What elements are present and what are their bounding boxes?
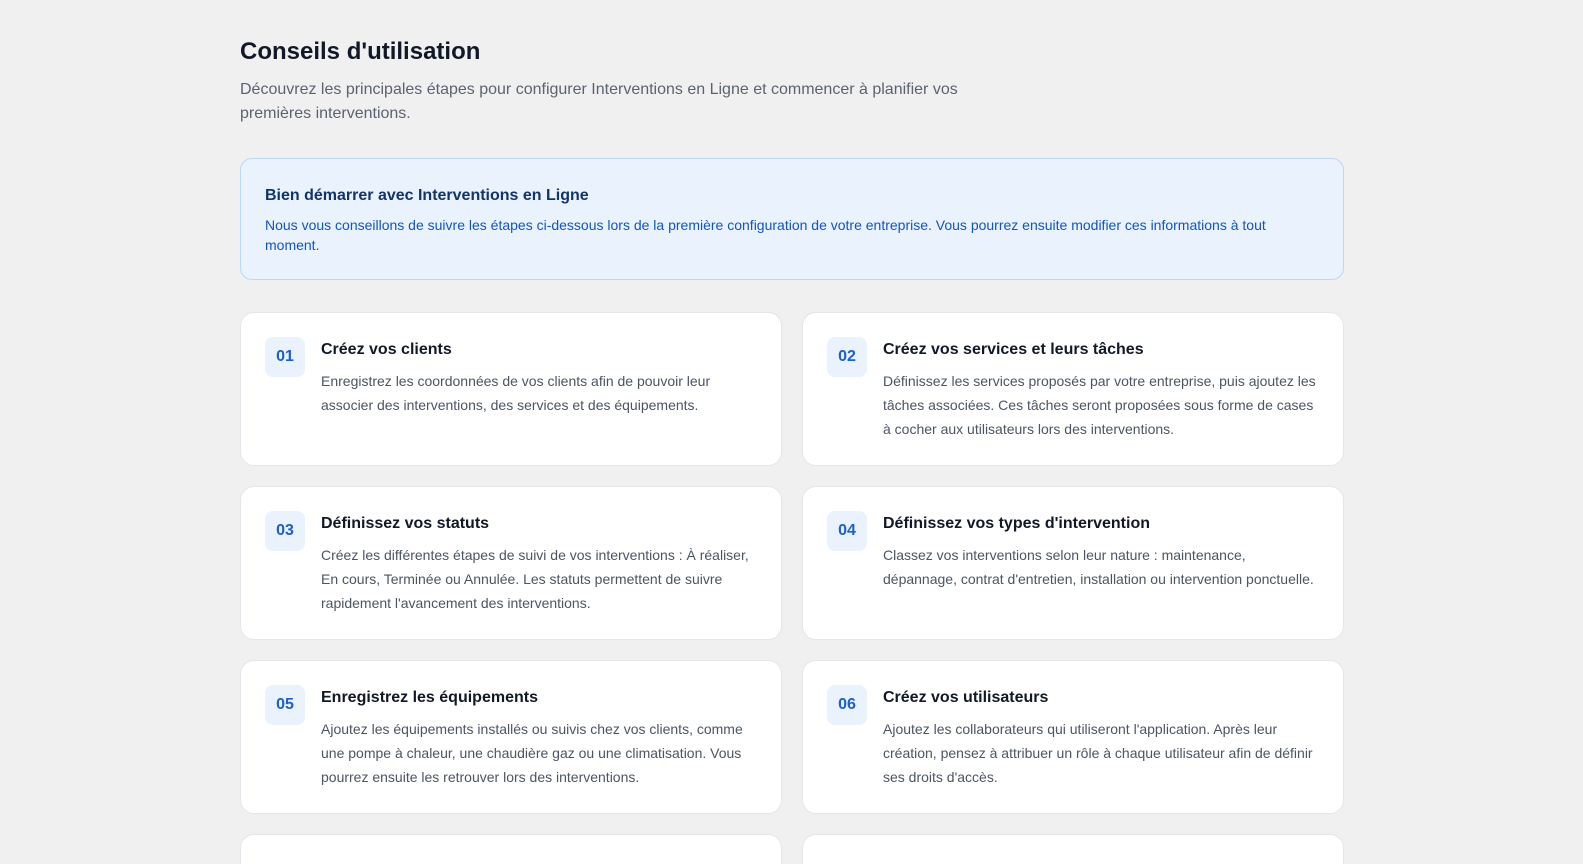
step-card-02: 02 Créez vos services et leurs tâches Dé…: [802, 312, 1344, 466]
step-title: Enregistrez les équipements: [321, 689, 538, 706]
step-description: Définissez les services proposés par vot…: [883, 373, 1316, 437]
step-number-badge: 03: [265, 511, 305, 551]
step-card-04: 04 Définissez vos types d'intervention C…: [802, 486, 1344, 640]
page-title: Conseils d'utilisation: [240, 38, 481, 65]
step-card-body: Créez vos services et leurs tâches Défin…: [883, 337, 1319, 441]
step-title: Définissez vos types d'intervention: [883, 515, 1150, 532]
step-title: Définissez vos statuts: [321, 515, 490, 532]
step-title: Créez vos utilisateurs: [883, 689, 1049, 706]
step-card-01: 01 Créez vos clients Enregistrez les coo…: [240, 312, 782, 466]
step-card-partial: [802, 834, 1344, 864]
info-callout-text: Nous vous conseillons de suivre les étap…: [265, 217, 1266, 253]
step-card-06: 06 Créez vos utilisateurs Ajoutez les co…: [802, 660, 1344, 814]
step-title: Créez vos services et leurs tâches: [883, 341, 1144, 358]
step-card-body: Créez vos utilisateurs Ajoutez les colla…: [883, 685, 1319, 789]
step-description: Enregistrez les coordonnées de vos clien…: [321, 373, 711, 413]
step-card-03: 03 Définissez vos statuts Créez les diff…: [240, 486, 782, 640]
step-description: Créez les différentes étapes de suivi de…: [321, 547, 749, 611]
step-title: Créez vos clients: [321, 341, 452, 358]
info-callout: Bien démarrer avec Interventions en Lign…: [240, 158, 1344, 280]
main-content: Conseils d'utilisation Découvrez les pri…: [240, 36, 1344, 864]
step-description: Ajoutez les équipements installés ou sui…: [321, 721, 743, 785]
page: Conseils d'utilisation Découvrez les pri…: [0, 0, 1583, 864]
step-card-body: Enregistrez les équipements Ajoutez les …: [321, 685, 757, 789]
steps-grid: 01 Créez vos clients Enregistrez les coo…: [240, 312, 1344, 864]
step-card-partial: [240, 834, 782, 864]
step-number-badge: 01: [265, 337, 305, 377]
step-card-body: Définissez vos statuts Créez les différe…: [321, 511, 757, 615]
step-description: Ajoutez les collaborateurs qui utilisero…: [883, 721, 1313, 785]
page-subtitle: Découvrez les principales étapes pour co…: [240, 81, 958, 122]
step-number-badge: 04: [827, 511, 867, 551]
step-card-05: 05 Enregistrez les équipements Ajoutez l…: [240, 660, 782, 814]
step-number-badge: 02: [827, 337, 867, 377]
step-description: Classez vos interventions selon leur nat…: [883, 547, 1314, 587]
step-number-badge: 06: [827, 685, 867, 725]
step-card-body: Créez vos clients Enregistrez les coordo…: [321, 337, 757, 417]
step-card-body: Définissez vos types d'intervention Clas…: [883, 511, 1319, 591]
info-callout-title: Bien démarrer avec Interventions en Lign…: [265, 187, 589, 204]
step-number-badge: 05: [265, 685, 305, 725]
